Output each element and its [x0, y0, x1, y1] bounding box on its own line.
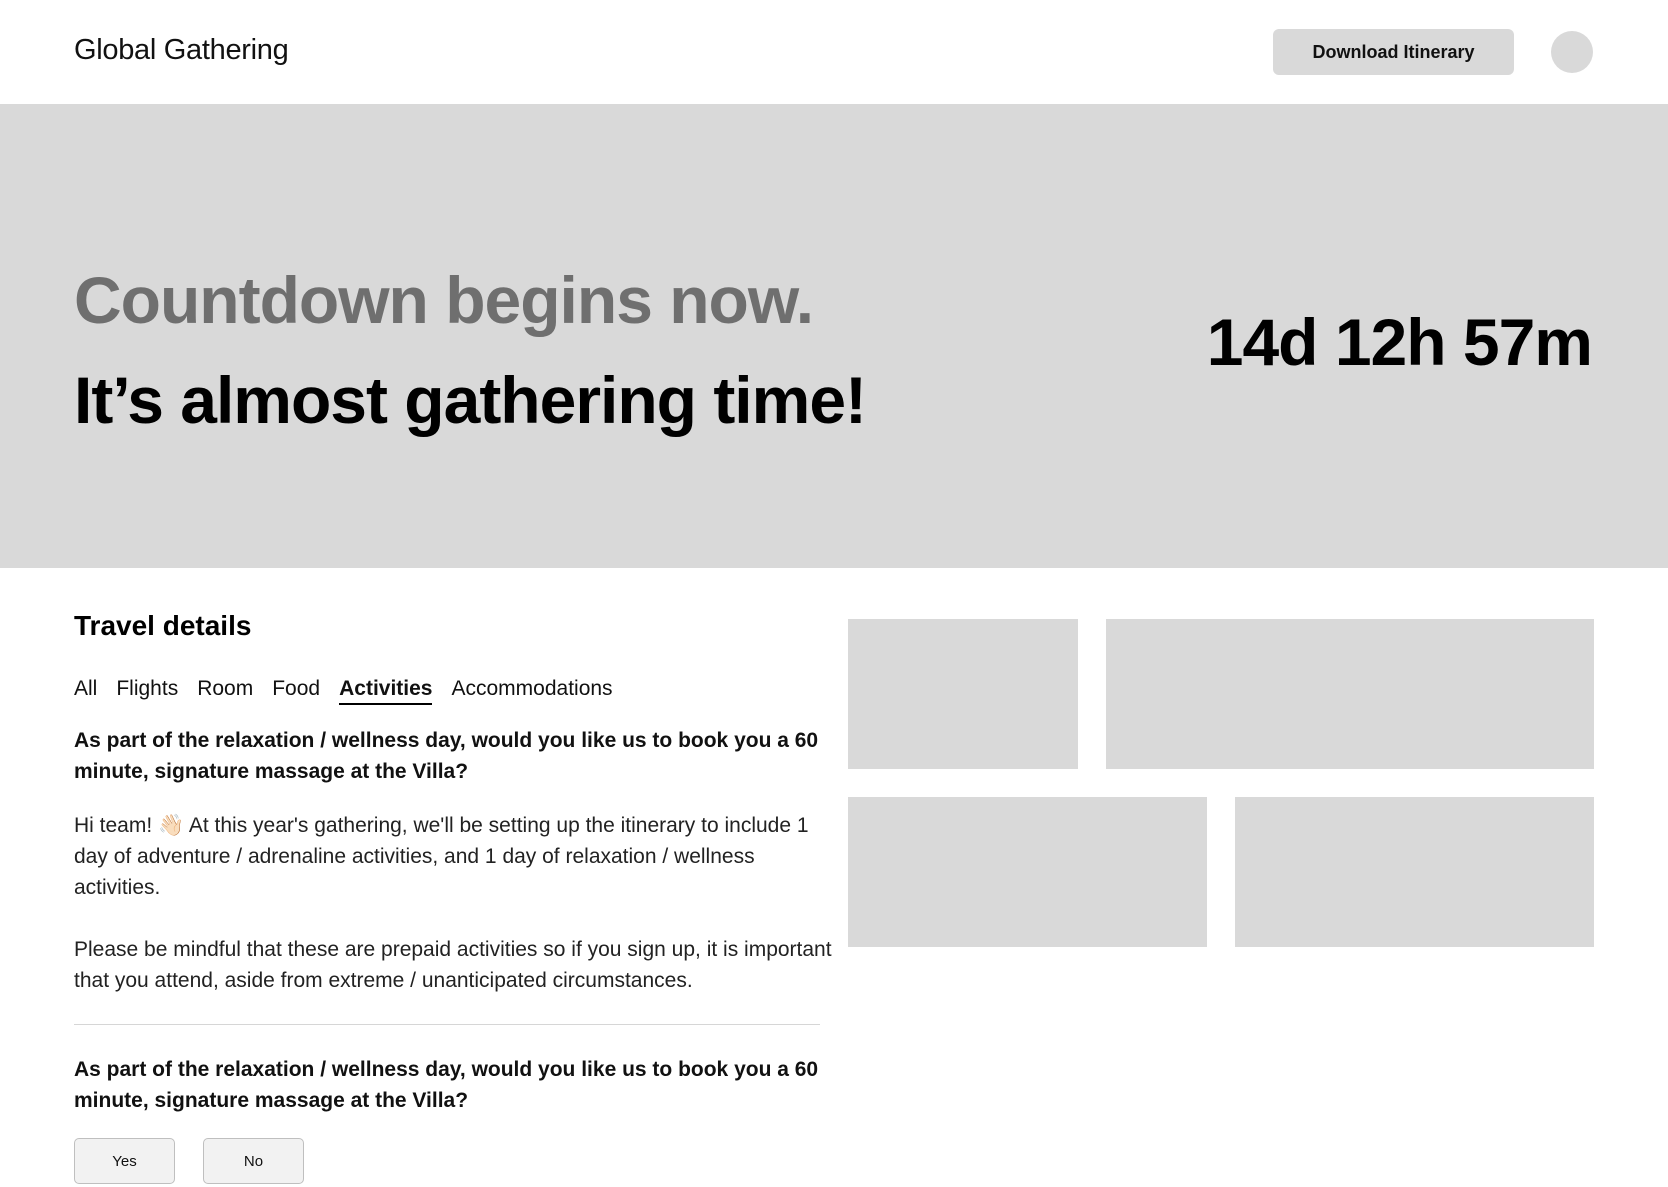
intro-paragraph: Hi team! 👋🏻 At this year's gathering, we…	[74, 814, 809, 899]
hero-title: It’s almost gathering time!	[74, 363, 867, 437]
tab-food[interactable]: Food	[272, 677, 320, 705]
tab-room[interactable]: Room	[197, 677, 253, 705]
image-placeholder-2	[1106, 619, 1594, 769]
countdown-timer: 14d 12h 57m	[1206, 305, 1593, 379]
massage-question: As part of the relaxation / wellness day…	[74, 1058, 819, 1112]
travel-tabs: All Flights Room Food Activities Accommo…	[74, 677, 632, 705]
activity-description: Hi team! 👋🏻 At this year's gathering, we…	[74, 810, 834, 1027]
notice-paragraph: Please be mindful that these are prepaid…	[74, 938, 832, 992]
tab-accommodations[interactable]: Accommodations	[451, 677, 612, 705]
section-title: Travel details	[74, 610, 252, 641]
image-placeholder-4	[1235, 797, 1594, 947]
no-button[interactable]: No	[203, 1138, 304, 1184]
tab-activities[interactable]: Activities	[339, 677, 433, 705]
image-placeholder-1	[848, 619, 1078, 769]
download-itinerary-button[interactable]: Download Itinerary	[1273, 29, 1514, 75]
yes-button[interactable]: Yes	[74, 1138, 175, 1184]
image-placeholder-3	[848, 797, 1207, 947]
activity-question-heading: As part of the relaxation / wellness day…	[74, 729, 819, 783]
hero-banner: Countdown begins now. It’s almost gather…	[0, 104, 1668, 568]
top-header: Global Gathering Download Itinerary	[0, 0, 1668, 104]
tab-all[interactable]: All	[74, 677, 97, 705]
avatar[interactable]	[1551, 31, 1593, 73]
tab-flights[interactable]: Flights	[116, 677, 178, 705]
brand-title: Global Gathering	[74, 34, 289, 66]
divider	[74, 1024, 820, 1025]
hero-subtitle: Countdown begins now.	[74, 263, 814, 337]
